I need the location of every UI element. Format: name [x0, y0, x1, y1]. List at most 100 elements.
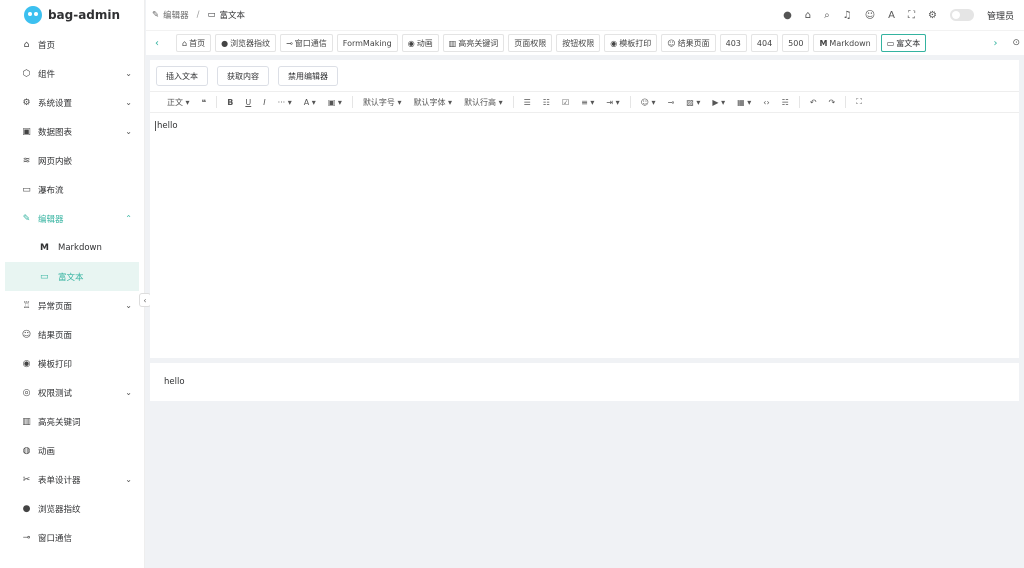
sidebar-item-window-comm[interactable]: ⊸ 窗口通信 [0, 523, 144, 552]
smile-icon: ☺ [667, 38, 676, 48]
background-color-icon[interactable]: ▣ ▾ [322, 98, 348, 107]
editor-card: 插入文本 获取内容 禁用编辑器 正文 ▾ ❝ B U I ··· ▾ A ▾ ▣… [150, 60, 1019, 358]
toolbar-divider [351, 96, 353, 108]
monitor-icon: ▭ [40, 271, 49, 282]
tab-print[interactable]: ◉ 模板打印 [604, 34, 658, 52]
tools-icon: ✂ [22, 474, 31, 485]
link-icon[interactable]: ⊸ [662, 98, 681, 107]
todo-icon[interactable]: ☑ [556, 98, 575, 107]
fingerprint-icon: ● [22, 503, 31, 514]
sidebar-item-permission[interactable]: ◎ 权限测试 ⌄ [0, 378, 144, 407]
breadcrumb-separator: / [196, 10, 200, 20]
breadcrumb-parent[interactable]: 编辑器 [163, 9, 189, 21]
sidebar-subitem-richtext[interactable]: ▭ 富文本 [5, 262, 139, 291]
insert-text-button[interactable]: 插入文本 [156, 66, 208, 86]
tab-highlight[interactable]: ▥ 高亮关键词 [442, 34, 505, 52]
more-style-icon[interactable]: ··· ▾ [272, 98, 298, 107]
fullscreen-icon[interactable]: ⛶ [908, 10, 915, 21]
tab-button-permission[interactable]: 按钮权限 [556, 34, 601, 52]
cube-icon: ⬡ [22, 68, 31, 79]
search-icon[interactable]: ⌕ [824, 10, 830, 21]
animation-icon: ◉ [407, 38, 415, 48]
record-icon: ◉ [610, 38, 618, 48]
sidebar-item-error-pages[interactable]: ♖ 异常页面 ⌄ [0, 291, 144, 320]
tab-403[interactable]: 403 [719, 34, 747, 52]
chevron-up-icon: ⌃ [125, 214, 132, 223]
logo[interactable]: bag-admin [0, 0, 144, 30]
tab-formmaking[interactable]: FormMaking [336, 34, 398, 52]
divider-icon[interactable]: ☵ [776, 98, 795, 107]
numbered-list-icon[interactable]: ☷ [537, 98, 556, 107]
get-content-button[interactable]: 获取内容 [217, 66, 269, 86]
sidebar-item-fingerprint[interactable]: ● 浏览器指纹 [0, 494, 144, 523]
sidebar-item-waterfall[interactable]: ▭ 瀑布流 [0, 175, 144, 204]
sidebar-item-charts[interactable]: ▣ 数据图表 ⌄ [0, 117, 144, 146]
sidebar-item-home[interactable]: ⌂ 首页 [0, 30, 144, 59]
tab-500[interactable]: 500 [782, 34, 810, 52]
sidebar-item-result[interactable]: ☺ 结果页面 [0, 320, 144, 349]
translate-icon[interactable]: A [888, 10, 895, 21]
bulleted-list-icon[interactable]: ☰ [518, 98, 537, 107]
lock-icon: ◎ [22, 387, 31, 398]
sidebar-subitem-markdown[interactable]: M Markdown [0, 233, 144, 262]
sidebar-item-print[interactable]: ◉ 模板打印 [0, 349, 144, 378]
tab-richtext[interactable]: ▭ 富文本 [880, 34, 927, 52]
theme-toggle[interactable] [949, 9, 974, 21]
tab-label: 页面权限 [514, 38, 547, 48]
editor-content[interactable]: hello [155, 121, 178, 131]
bell-icon[interactable]: ♫ [843, 10, 852, 21]
redo-icon[interactable]: ↷ [823, 98, 842, 107]
sidebar-item-iframe[interactable]: ≋ 网页内嵌 [0, 146, 144, 175]
sidebar-item-highlight[interactable]: ▥ 高亮关键词 [0, 407, 144, 436]
chart-icon: ▣ [22, 126, 31, 137]
tab-page-permission[interactable]: 页面权限 [508, 34, 553, 52]
disable-editor-button[interactable]: 禁用编辑器 [278, 66, 338, 86]
line-height-select[interactable]: 默认行高 ▾ [458, 97, 509, 108]
italic-icon[interactable]: I [257, 98, 271, 107]
tab-fingerprint[interactable]: ● 浏览器指纹 [215, 34, 277, 52]
tab-window-comm[interactable]: ⊸ 窗口通信 [280, 34, 333, 52]
tab-result[interactable]: ☺ 结果页面 [661, 34, 716, 52]
tab-label: FormMaking [342, 38, 392, 48]
chevron-left-icon[interactable]: ‹ [150, 38, 164, 49]
smile-icon[interactable]: ☺ [865, 10, 875, 21]
sidebar-item-animation[interactable]: ◍ 动画 [0, 436, 144, 465]
home-icon[interactable]: ⌂ [805, 10, 811, 21]
font-family-select[interactable]: 默认字体 ▾ [408, 97, 459, 108]
gear-icon[interactable]: ⚙ [928, 10, 937, 21]
sidebar-item-components[interactable]: ⬡ 组件 ⌄ [0, 59, 144, 88]
align-icon[interactable]: ≡ ▾ [575, 98, 600, 107]
fullscreen-icon[interactable]: ⛶ [850, 97, 868, 107]
tab-markdown[interactable]: M Markdown [813, 34, 877, 52]
sidebar-item-editor[interactable]: ✎ 编辑器 ⌃ [0, 204, 144, 233]
paragraph-select[interactable]: 正文 ▾ [161, 97, 196, 108]
tab-label: 高亮关键词 [458, 38, 499, 48]
sidebar-item-label: 高亮关键词 [38, 417, 81, 428]
tab-404[interactable]: 404 [750, 34, 779, 52]
emoji-icon[interactable]: ☺ ▾ [635, 98, 662, 107]
undo-icon[interactable]: ↶ [804, 98, 823, 107]
underline-icon[interactable]: U [239, 98, 257, 107]
sidebar-item-label: 首页 [38, 40, 56, 51]
table-icon[interactable]: ▦ ▾ [731, 98, 757, 107]
image-icon[interactable]: ▨ ▾ [680, 98, 706, 107]
tab-home[interactable]: ⌂ 首页 [176, 34, 212, 52]
sidebar-item-settings[interactable]: ⚙ 系统设置 ⌄ [0, 88, 144, 117]
video-icon[interactable]: ▶ ▾ [706, 98, 731, 107]
indent-icon[interactable]: ⇥ ▾ [600, 98, 625, 107]
github-icon[interactable]: ● [783, 10, 792, 21]
user-name[interactable]: 管理员 [987, 9, 1014, 22]
bold-icon[interactable]: B [221, 98, 239, 107]
editor-text-area[interactable]: hello [150, 113, 1019, 131]
sidebar-item-form-designer[interactable]: ✂ 表单设计器 ⌄ [0, 465, 144, 494]
tab-animation[interactable]: ◉ 动画 [401, 34, 439, 52]
quote-icon[interactable]: ❝ [196, 98, 213, 107]
header-actions: ● ⌂ ⌕ ♫ ☺ A ⛶ ⚙ 管理员 [783, 9, 1014, 22]
sidebar-item-label: 表单设计器 [38, 475, 81, 486]
code-icon[interactable]: ‹› [757, 98, 775, 107]
font-size-select[interactable]: 默认字号 ▾ [357, 97, 408, 108]
font-color-icon[interactable]: A ▾ [298, 98, 322, 107]
tabs-menu-icon[interactable]: ⊙ [1012, 38, 1020, 48]
chevron-right-icon[interactable]: › [988, 38, 1002, 49]
preview-card: hello [150, 363, 1019, 401]
